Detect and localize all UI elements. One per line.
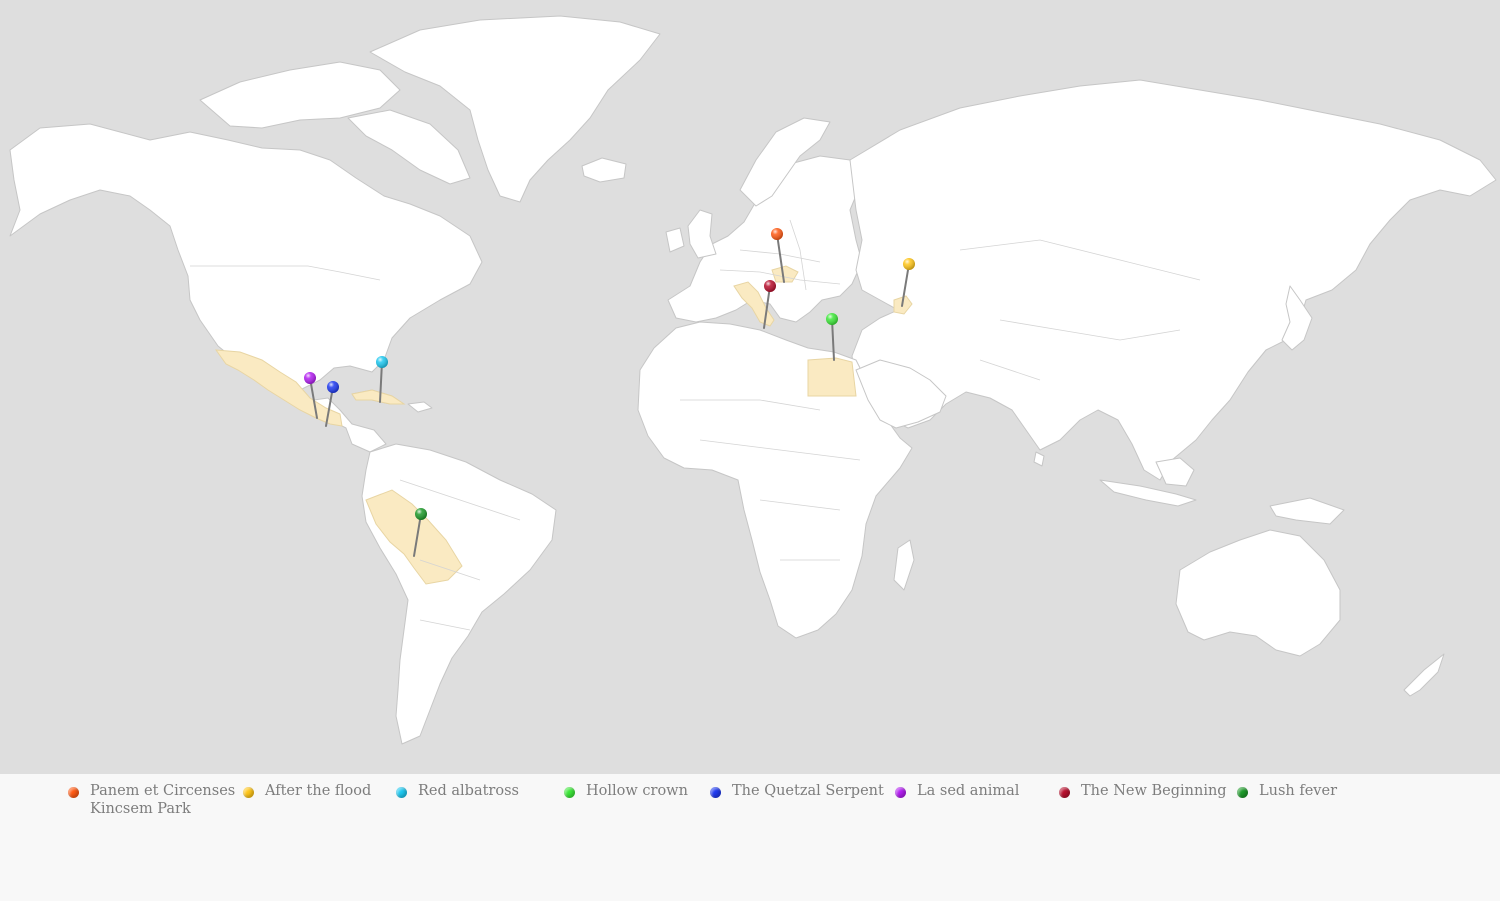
north-america — [9, 123, 483, 453]
hispaniola — [407, 401, 433, 413]
pin-shine — [327, 381, 339, 393]
baffin-island — [347, 109, 471, 185]
legend-pin-icon — [1237, 787, 1248, 798]
legend-item[interactable]: La sed animal — [895, 782, 1019, 800]
pin-shine — [376, 356, 388, 368]
legend-label-line: Lush fever — [1259, 783, 1338, 799]
legend-label: The Quetzal Serpent — [732, 782, 884, 800]
borneo — [1155, 457, 1195, 487]
legend-label-line: La sed animal — [917, 783, 1020, 799]
legend-label: Panem et Circenses Kincsem Park — [90, 782, 235, 818]
legend-label: Red albatross — [418, 782, 519, 800]
pin-shine — [415, 508, 427, 520]
cuba-highlight — [351, 389, 406, 405]
legend-label-line: Hollow crown — [586, 783, 688, 799]
legend-pin-icon — [564, 787, 575, 798]
legend-item[interactable]: Hollow crown — [564, 782, 688, 800]
madagascar — [893, 539, 915, 591]
asia — [849, 79, 1497, 481]
pin-shine — [826, 313, 838, 325]
legend-pin-icon — [895, 787, 906, 798]
legend-pin-icon — [1059, 787, 1070, 798]
pin-shine — [304, 372, 316, 384]
legend-label: The New Beginning — [1081, 782, 1227, 800]
legend-pin-icon — [396, 787, 407, 798]
legend-label-line: Panem et Circenses — [90, 783, 236, 799]
legend-label: After the flood — [265, 782, 371, 800]
pin-shine — [764, 280, 776, 292]
legend-label-line: Kincsem Park — [90, 801, 191, 817]
legend-item[interactable]: The New Beginning — [1059, 782, 1227, 800]
legend-label-line: Red albatross — [418, 783, 519, 799]
ireland — [665, 227, 685, 253]
legend-item[interactable]: Panem et Circenses Kincsem Park — [68, 782, 235, 818]
australia — [1175, 529, 1341, 657]
iceland — [581, 157, 627, 183]
new-zealand — [1403, 653, 1445, 697]
map-legend: Panem et Circenses Kincsem Park After the … — [0, 774, 1500, 901]
world-map[interactable] — [0, 0, 1500, 774]
legend-item[interactable]: Lush fever — [1237, 782, 1337, 800]
great-britain — [687, 209, 717, 259]
south-america — [361, 443, 557, 745]
pin-shine — [771, 228, 783, 240]
legend-label: Lush fever — [1259, 782, 1337, 800]
legend-label-line: The New Beginning — [1081, 783, 1227, 799]
legend-label: La sed animal — [917, 782, 1019, 800]
legend-pin-icon — [710, 787, 721, 798]
sri-lanka — [1033, 451, 1045, 467]
legend-pin-icon — [68, 787, 79, 798]
legend-item[interactable]: The Quetzal Serpent — [710, 782, 884, 800]
legend-label: Hollow crown — [586, 782, 688, 800]
legend-label-line: After the flood — [265, 783, 372, 799]
world-map-svg — [9, 15, 1497, 745]
legend-item[interactable]: Red albatross — [396, 782, 519, 800]
legend-pin-icon — [243, 787, 254, 798]
pin-shine — [903, 258, 915, 270]
legend-label-line: The Quetzal Serpent — [732, 783, 884, 799]
egypt-highlight — [807, 357, 857, 397]
new-guinea — [1269, 497, 1345, 525]
legend-item[interactable]: After the flood — [243, 782, 371, 800]
